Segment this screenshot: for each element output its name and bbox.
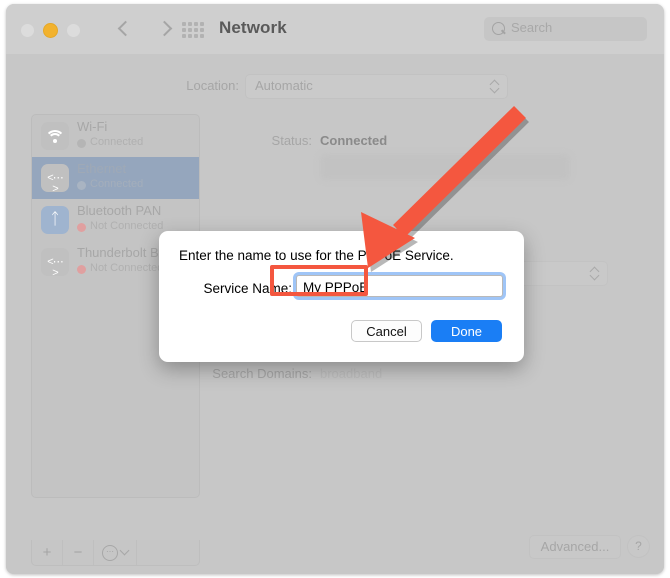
service-status: Not Connected — [90, 220, 164, 232]
wifi-icon — [41, 122, 69, 150]
cancel-button[interactable]: Cancel — [351, 320, 422, 342]
sidebar-item-wifi[interactable]: Wi-Fi Connected — [32, 115, 199, 157]
minimize-button[interactable] — [43, 23, 58, 38]
dialog-prompt: Enter the name to use for the PPPoE Serv… — [179, 248, 454, 263]
bluetooth-icon: ᛏ — [41, 206, 69, 234]
screenshot-root: Network Search Location: Automatic Statu… — [0, 0, 670, 578]
service-actions-button[interactable]: ⋯ — [94, 540, 137, 565]
status-dot — [77, 139, 86, 148]
search-field[interactable]: Search — [484, 17, 647, 41]
window-titlebar: Network Search — [6, 4, 664, 55]
service-status: Connected — [90, 136, 144, 148]
status-label: Status: — [271, 133, 312, 148]
status-dot — [77, 265, 86, 274]
search-domains-value: broadband — [320, 366, 383, 381]
service-name: Wi-Fi — [77, 119, 108, 134]
page-title: Network — [219, 18, 287, 37]
service-status: Not Connected — [90, 262, 164, 274]
search-icon — [492, 22, 505, 35]
service-name: Ethernet — [77, 161, 127, 176]
navigation-buttons — [114, 16, 176, 42]
status-detail-blurred — [320, 154, 570, 180]
gear-icon: ⋯ — [102, 544, 118, 561]
ethernet-icon: <⋯> — [41, 248, 69, 278]
service-name: Bluetooth PAN — [77, 203, 162, 218]
service-status: Connected — [90, 178, 144, 190]
pppoe-service-name-dialog: Enter the name to use for the PPPoE Serv… — [159, 231, 524, 362]
back-icon[interactable] — [114, 16, 134, 42]
chevron-down-icon — [119, 545, 130, 556]
search-placeholder: Search — [511, 20, 553, 35]
remove-service-button[interactable]: − — [63, 540, 94, 565]
close-button[interactable] — [20, 23, 35, 38]
help-button[interactable]: ? — [627, 535, 650, 558]
ethernet-icon: <⋯> — [41, 164, 69, 194]
status-dot — [77, 223, 86, 232]
window-traffic-lights — [20, 23, 81, 38]
search-domains-label: Search Domains: — [212, 366, 312, 381]
status-dot — [77, 181, 86, 190]
chevron-updown-icon — [591, 266, 600, 281]
forward-icon[interactable] — [156, 16, 176, 42]
services-list-toolbar: + − ⋯ — [31, 540, 200, 566]
done-button[interactable]: Done — [431, 320, 502, 342]
zoom-button[interactable] — [66, 23, 81, 38]
grid-apps-icon[interactable] — [182, 22, 204, 38]
annotation-highlight-box — [270, 265, 368, 296]
add-service-button[interactable]: + — [32, 540, 63, 565]
advanced-button[interactable]: Advanced... — [529, 535, 621, 559]
service-name: Thunderbolt B — [77, 245, 159, 260]
status-value: Connected — [320, 133, 388, 148]
sidebar-item-ethernet[interactable]: <⋯> Ethernet Connected — [32, 157, 199, 199]
